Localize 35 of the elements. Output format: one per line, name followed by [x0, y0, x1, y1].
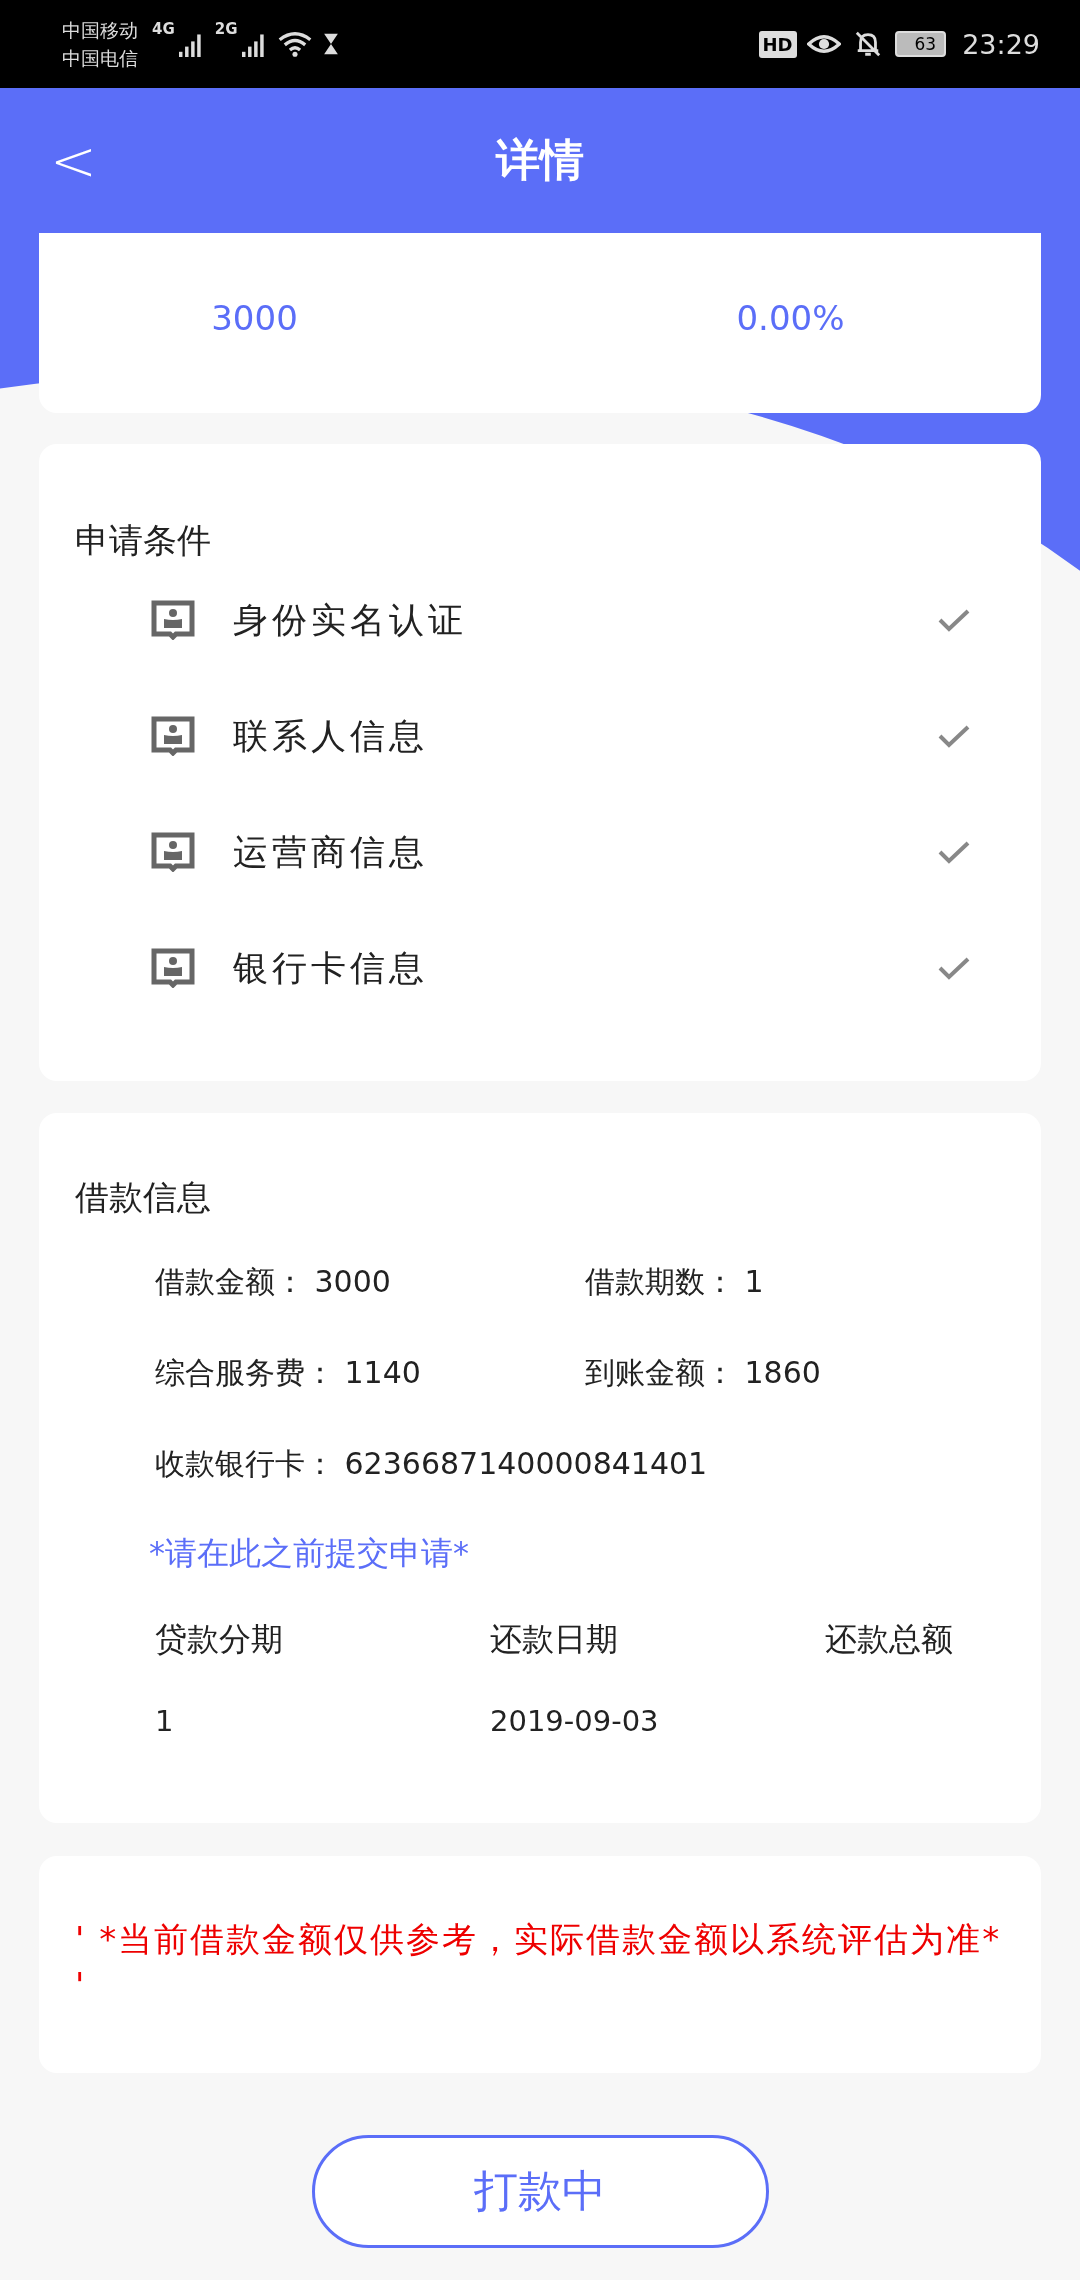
carrier-label: 中国移动 — [62, 18, 138, 43]
bank-card-field: 收款银行卡： 6236687140000841401 — [75, 1443, 1005, 1484]
column-header: 还款日期 — [490, 1619, 619, 1660]
column-header: 贷款分期 — [155, 1619, 284, 1660]
network-label: 2G — [214, 20, 238, 38]
page-title: 详情 — [496, 133, 584, 187]
condition-label: 银行卡信息 — [233, 946, 428, 990]
network-label: 4G — [152, 20, 175, 38]
summary-value: 0.00% — [735, 298, 846, 338]
id-card-icon — [151, 948, 195, 988]
deadline-note: *请在此之前提交申请* — [148, 1533, 470, 1574]
table-cell-text: 1 — [155, 1704, 175, 1738]
id-card-icon — [151, 600, 195, 640]
loan-field: 到账金额： 1860 — [585, 1352, 1005, 1393]
condition-label: 运营商信息 — [233, 830, 428, 874]
back-button[interactable]: < — [40, 128, 107, 193]
loan-field: 综合服务费： 1140 — [155, 1352, 585, 1393]
section-title: 借款信息 — [75, 1176, 212, 1219]
status-button[interactable]: 打款中 — [311, 2135, 769, 2248]
loan-field: 借款金额： 3000 — [155, 1261, 585, 1302]
carrier-label: 中国电信 — [62, 46, 138, 71]
wifi-icon — [277, 30, 312, 58]
condition-label: 身份实名认证 — [233, 598, 467, 642]
notice-text: ' *当前借款金额仅供参考，实际借款金额以系统评估为准* ' — [75, 1918, 1003, 2007]
condition-label: 联系人信息 — [233, 714, 428, 758]
table-cell-text: 2019-09-03 — [490, 1704, 660, 1738]
clock-time: 23:29 — [962, 28, 1040, 60]
id-card-icon — [151, 832, 195, 872]
loan-field: 借款期数： 1 — [585, 1261, 1005, 1302]
section-title: 申请条件 — [75, 519, 212, 562]
summary-value: 3000 — [210, 298, 299, 338]
battery-icon: 63 — [894, 31, 947, 57]
hd-badge: HD — [758, 30, 797, 58]
id-card-icon — [151, 716, 195, 756]
column-header: 还款总额 — [825, 1619, 954, 1660]
